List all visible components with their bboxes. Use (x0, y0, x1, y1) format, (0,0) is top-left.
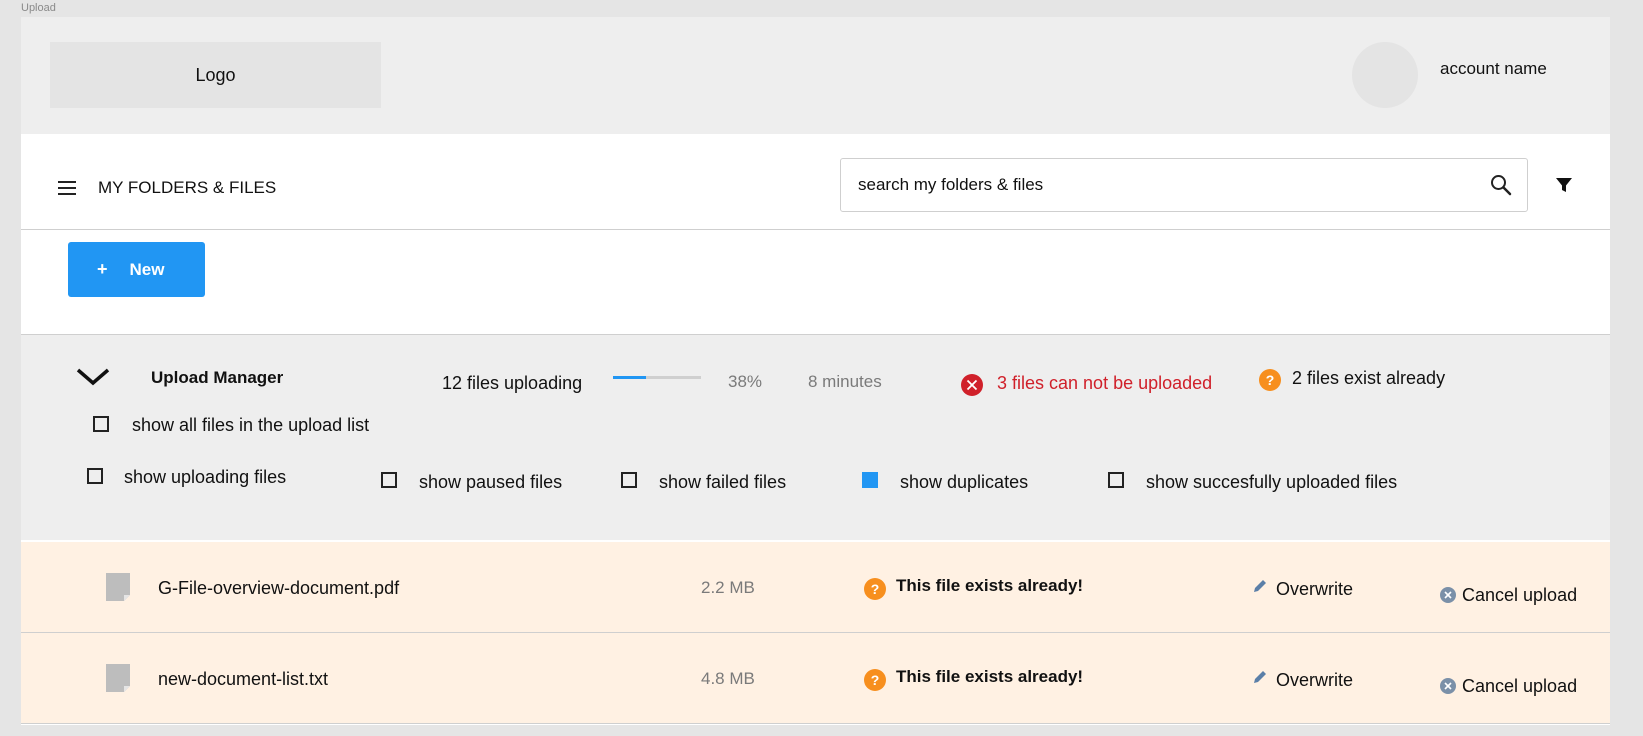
duplicate-files-text[interactable]: 2 files exist already (1292, 368, 1445, 389)
upload-error-text[interactable]: 3 files can not be uploaded (997, 373, 1212, 394)
filter-icon[interactable] (1555, 176, 1573, 194)
upload-manager-title: Upload Manager (151, 368, 284, 387)
upload-progress-bar (613, 376, 701, 379)
file-status: This file exists already! (896, 576, 1084, 595)
checkbox-show-duplicates[interactable] (862, 472, 878, 488)
avatar[interactable] (1352, 42, 1418, 108)
file-name: new-document-list.txt (158, 669, 329, 689)
account-name[interactable]: account name (1440, 59, 1547, 79)
checkbox-show-all[interactable] (93, 416, 109, 432)
logo[interactable]: Logo (50, 42, 381, 108)
cancel-upload-button[interactable]: Cancel upload (1462, 585, 1577, 606)
list-item: new-document-list.txt 4.8 MB ? This file… (21, 633, 1610, 724)
pencil-icon[interactable] (1252, 669, 1268, 685)
menu-icon[interactable] (58, 181, 76, 195)
error-icon (961, 374, 983, 396)
question-icon: ? (1259, 369, 1281, 391)
file-status: This file exists already! (896, 667, 1084, 686)
question-icon: ? (864, 669, 886, 691)
label-show-successful: show succesfully uploaded files (1146, 472, 1398, 492)
overwrite-button[interactable]: Overwrite (1276, 670, 1353, 691)
chevron-down-icon[interactable] (75, 364, 111, 388)
new-button[interactable]: + New (68, 242, 205, 297)
checkbox-show-failed[interactable] (621, 472, 637, 488)
list-item: G-File-overview-document.pdf 2.2 MB ? Th… (21, 542, 1610, 633)
label-show-paused: show paused files (419, 472, 563, 492)
search-input[interactable] (858, 159, 1458, 211)
question-icon: ? (864, 578, 886, 600)
overwrite-button[interactable]: Overwrite (1276, 579, 1353, 600)
file-icon (106, 664, 130, 692)
pencil-icon[interactable] (1252, 578, 1268, 594)
file-name: G-File-overview-document.pdf (158, 578, 400, 598)
new-button-label: New (129, 259, 165, 279)
plus-icon: + (97, 259, 108, 279)
files-uploading-count: 12 files uploading (442, 373, 583, 393)
search-icon[interactable] (1489, 173, 1513, 197)
checkbox-show-uploading[interactable] (87, 468, 103, 484)
cancel-upload-button[interactable]: Cancel upload (1462, 676, 1577, 697)
label-show-failed: show failed files (659, 472, 787, 492)
toolbar: MY FOLDERS & FILES (21, 134, 1610, 230)
action-bar: + New (21, 230, 1610, 335)
time-remaining: 8 minutes (808, 372, 882, 391)
label-show-all: show all files in the upload list (132, 415, 370, 435)
file-size: 2.2 MB (701, 578, 755, 597)
label-show-duplicates: show duplicates (900, 472, 1029, 492)
file-icon (106, 573, 130, 601)
frame-label: Upload (21, 2, 56, 14)
upload-progress-fill (613, 376, 647, 379)
upload-manager: Upload Manager 12 files uploading 38% 8 … (21, 335, 1610, 540)
checkbox-show-paused[interactable] (381, 472, 397, 488)
svg-text:?: ? (871, 581, 880, 597)
cancel-icon[interactable] (1440, 587, 1456, 603)
file-size: 4.8 MB (701, 669, 755, 688)
label-show-uploading: show uploading files (124, 467, 287, 487)
svg-text:?: ? (1266, 372, 1275, 388)
app-window: Logo account name MY FOLDERS & FILES + N… (21, 17, 1610, 725)
upload-percent: 38% (728, 372, 763, 391)
search-box (840, 158, 1528, 212)
header: Logo account name (21, 17, 1610, 134)
cancel-icon[interactable] (1440, 678, 1456, 694)
svg-text:?: ? (871, 672, 880, 688)
checkbox-show-successful[interactable] (1108, 472, 1124, 488)
page-title: MY FOLDERS & FILES (98, 178, 277, 197)
